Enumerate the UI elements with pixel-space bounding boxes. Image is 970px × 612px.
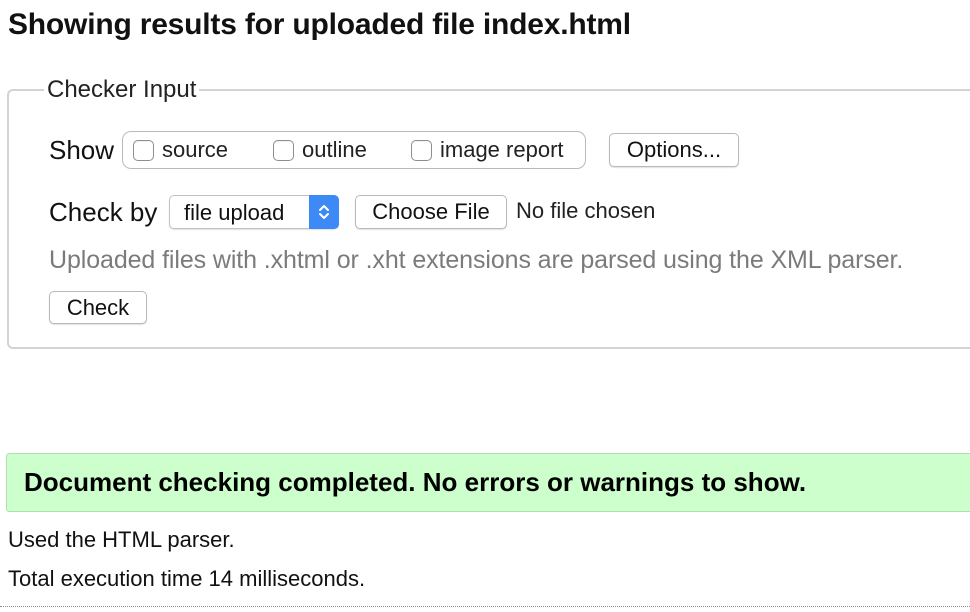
execution-time: Total execution time 14 milliseconds. bbox=[8, 566, 366, 591]
check-by-select[interactable]: file upload bbox=[169, 195, 339, 229]
check-by-select-value: file upload bbox=[184, 200, 285, 225]
choose-file-button[interactable]: Choose File bbox=[355, 195, 507, 229]
show-image-report-option[interactable]: image report bbox=[411, 132, 564, 168]
page-title: Showing results for uploaded file index.… bbox=[8, 8, 631, 41]
image-report-checkbox-label[interactable]: image report bbox=[440, 137, 564, 163]
checker-input-legend: Checker Input bbox=[44, 76, 200, 104]
options-button[interactable]: Options... bbox=[609, 133, 739, 167]
show-options-group: source outline image report bbox=[122, 131, 586, 169]
xml-parser-hint: Uploaded files with .xhtml or .xht exten… bbox=[49, 246, 904, 274]
outline-checkbox[interactable] bbox=[273, 139, 294, 161]
file-status-text: No file chosen bbox=[516, 198, 656, 223]
show-outline-option[interactable]: outline bbox=[273, 132, 367, 168]
image-report-checkbox[interactable] bbox=[411, 139, 432, 161]
divider bbox=[0, 606, 970, 607]
up-down-chevrons-icon bbox=[309, 195, 339, 229]
result-message: Document checking completed. No errors o… bbox=[24, 467, 807, 497]
parser-note: Used the HTML parser. bbox=[8, 527, 235, 552]
result-success-banner: Document checking completed. No errors o… bbox=[6, 453, 970, 512]
show-label: Show bbox=[49, 135, 115, 165]
check-by-label: Check by bbox=[49, 197, 158, 227]
outline-checkbox-label[interactable]: outline bbox=[302, 137, 367, 163]
check-button[interactable]: Check bbox=[49, 291, 147, 324]
show-source-option[interactable]: source bbox=[133, 132, 228, 168]
source-checkbox[interactable] bbox=[133, 139, 154, 161]
source-checkbox-label[interactable]: source bbox=[162, 137, 228, 163]
